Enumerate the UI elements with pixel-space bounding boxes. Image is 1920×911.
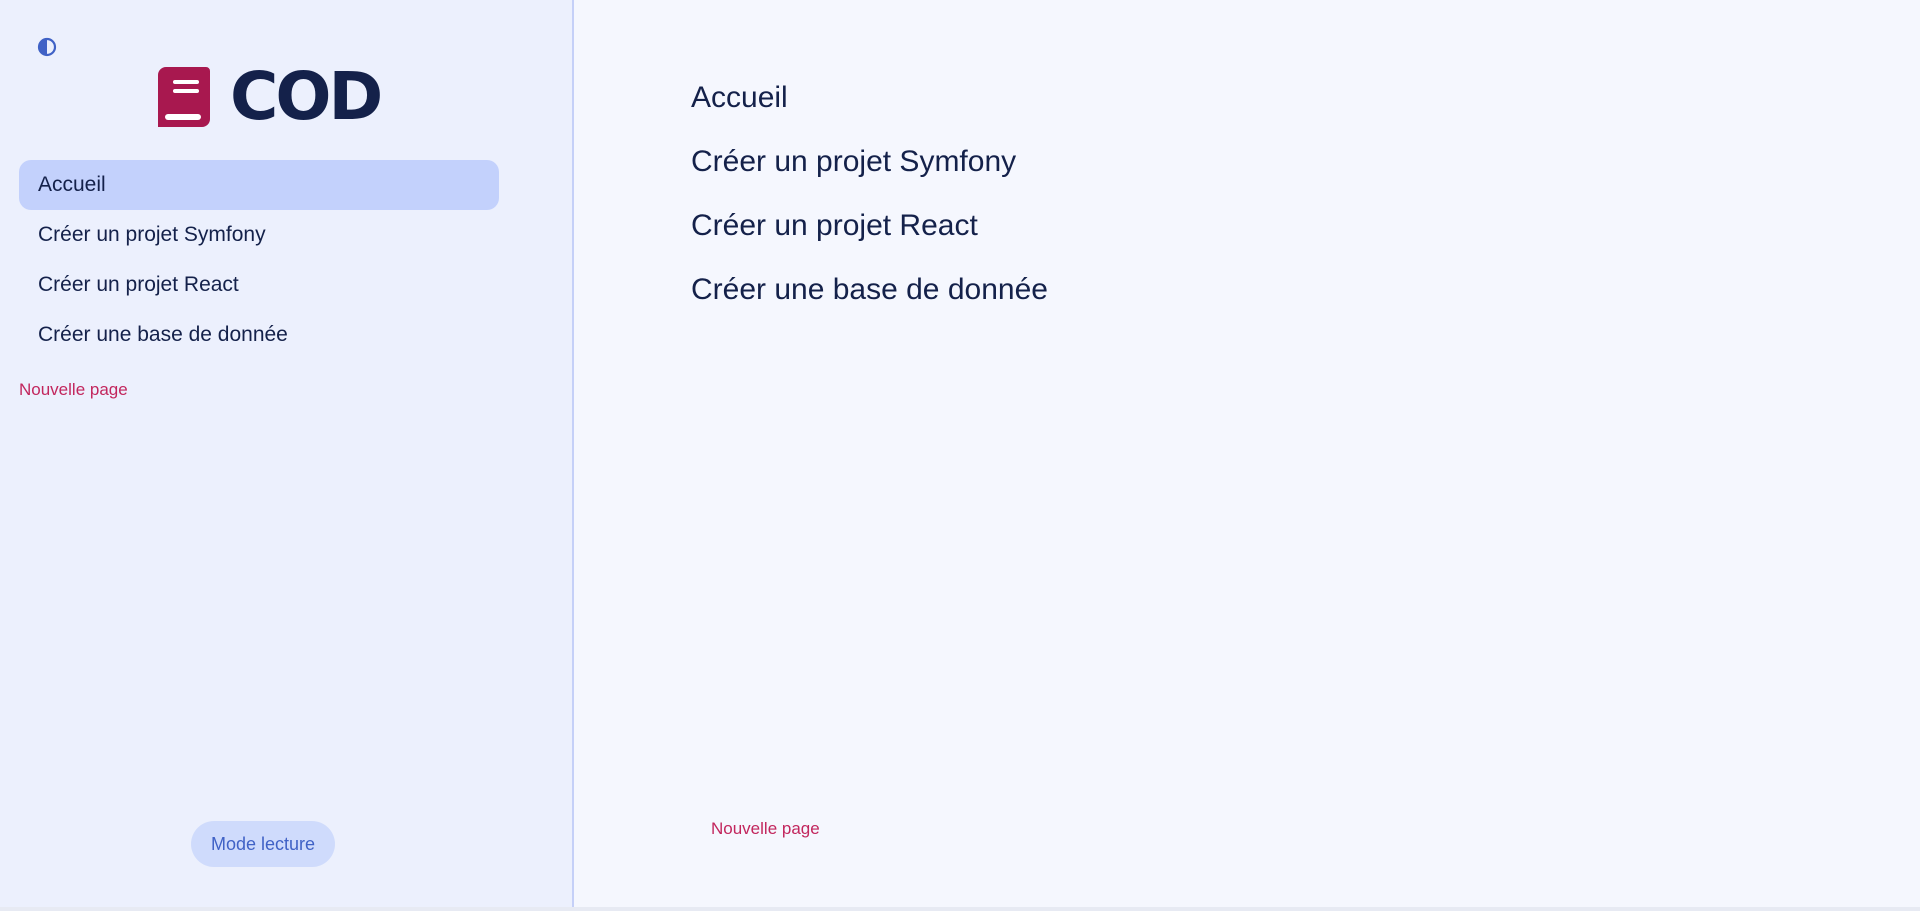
reading-mode-button[interactable]: Mode lecture [191,821,335,867]
sidebar-item-database[interactable]: Créer une base de donnée [19,310,499,360]
main-link-react[interactable]: Créer un projet React [691,200,1048,264]
sidebar-item-react[interactable]: Créer un projet React [19,260,499,310]
bottom-edge [0,907,1920,911]
main-new-page-link[interactable]: Nouvelle page [711,819,820,839]
sidebar-item-symfony[interactable]: Créer un projet Symfony [19,210,499,260]
contrast-icon [37,37,57,57]
brand-title: COD [230,58,383,135]
sidebar-nav: Accueil Créer un projet Symfony Créer un… [19,160,499,360]
theme-toggle-button[interactable] [37,37,57,57]
main-link-database[interactable]: Créer une base de donnée [691,264,1048,328]
book-icon [158,67,210,127]
sidebar-item-accueil[interactable]: Accueil [19,160,499,210]
main-link-symfony[interactable]: Créer un projet Symfony [691,136,1048,200]
main-link-list: Accueil Créer un projet Symfony Créer un… [691,72,1048,328]
sidebar-new-page-link[interactable]: Nouvelle page [19,380,128,400]
sidebar: COD Accueil Créer un projet Symfony Crée… [0,0,574,907]
brand[interactable]: COD [158,58,383,135]
main-link-accueil[interactable]: Accueil [691,72,1048,136]
